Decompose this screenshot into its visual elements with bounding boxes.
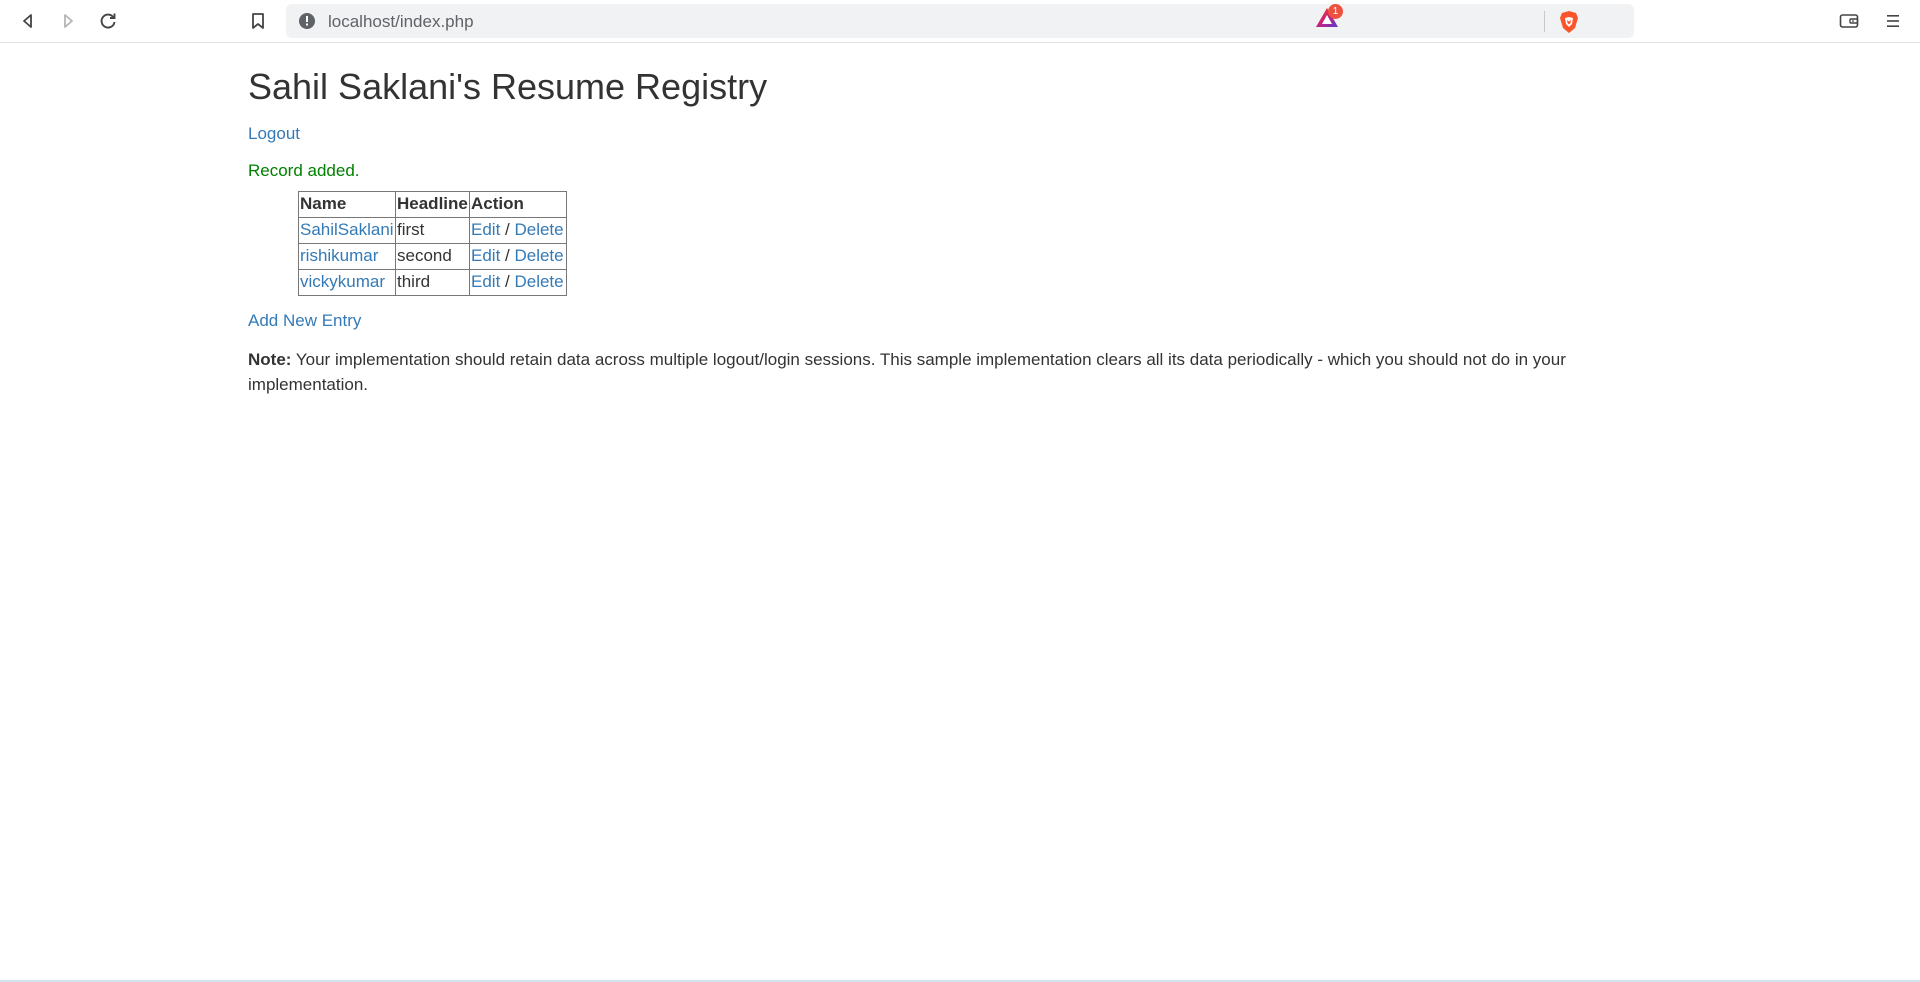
action-separator: / — [500, 220, 515, 240]
action-separator: / — [500, 246, 515, 266]
name-cell: rishikumar — [298, 242, 396, 270]
profile-link[interactable]: vickykumar — [300, 272, 385, 291]
forward-arrow-icon — [64, 14, 73, 28]
edit-link[interactable]: Edit — [471, 246, 500, 265]
headline-cell: first — [395, 216, 470, 244]
profile-link[interactable]: SahilSaklani — [300, 220, 394, 239]
header-action: Action — [469, 190, 567, 218]
headline-cell: third — [395, 268, 470, 296]
site-info-icon[interactable] — [298, 12, 316, 30]
hamburger-menu-icon — [1887, 15, 1899, 27]
delete-link[interactable]: Delete — [514, 220, 563, 239]
delete-link[interactable]: Delete — [514, 272, 563, 291]
header-name: Name — [298, 190, 396, 218]
table-row: SahilSaklani first Edit / Delete — [298, 216, 567, 244]
rewards-badge: 1 — [1328, 4, 1343, 19]
brave-shield-icon[interactable] — [1558, 10, 1580, 34]
resume-table: Name Headline Action SahilSaklani first … — [298, 190, 567, 296]
url-divider — [1544, 11, 1545, 32]
logout-link[interactable]: Logout — [248, 123, 1628, 145]
header-headline: Headline — [395, 190, 470, 218]
reload-button[interactable] — [93, 6, 123, 36]
name-cell: vickykumar — [298, 268, 396, 296]
action-cell: Edit / Delete — [469, 242, 567, 270]
forward-button[interactable] — [53, 6, 83, 36]
page-content: Sahil Saklani's Resume Registry Logout R… — [248, 43, 1628, 397]
delete-link[interactable]: Delete — [514, 246, 563, 265]
action-separator: / — [500, 272, 515, 292]
add-new-entry-link[interactable]: Add New Entry — [248, 310, 1628, 332]
edit-link[interactable]: Edit — [471, 272, 500, 291]
bookmark-button[interactable] — [243, 6, 273, 36]
note-label: Note: — [248, 349, 292, 369]
bookmark-icon — [252, 13, 264, 29]
wallet-button[interactable] — [1834, 6, 1864, 36]
menu-button[interactable] — [1878, 6, 1908, 36]
url-text[interactable]: localhost/index.php — [328, 12, 474, 32]
table-header-row: Name Headline Action — [298, 190, 567, 218]
back-arrow-icon — [23, 14, 32, 28]
edit-link[interactable]: Edit — [471, 220, 500, 239]
note-text: Your implementation should retain data a… — [248, 349, 1566, 394]
action-cell: Edit / Delete — [469, 268, 567, 296]
name-cell: SahilSaklani — [298, 216, 396, 244]
back-button[interactable] — [13, 6, 43, 36]
implementation-note: Note: Your implementation should retain … — [248, 347, 1618, 397]
table-row: rishikumar second Edit / Delete — [298, 242, 567, 270]
page-title: Sahil Saklani's Resume Registry — [248, 66, 768, 107]
browser-toolbar: localhost/index.php 1 — [0, 0, 1920, 43]
profile-link[interactable]: rishikumar — [300, 246, 378, 265]
reload-icon — [100, 13, 116, 29]
flash-message: Record added. — [248, 160, 360, 180]
wallet-icon — [1839, 14, 1859, 28]
headline-cell: second — [395, 242, 470, 270]
action-cell: Edit / Delete — [469, 216, 567, 244]
address-bar[interactable]: localhost/index.php — [286, 4, 1634, 38]
table-row: vickykumar third Edit / Delete — [298, 268, 567, 296]
